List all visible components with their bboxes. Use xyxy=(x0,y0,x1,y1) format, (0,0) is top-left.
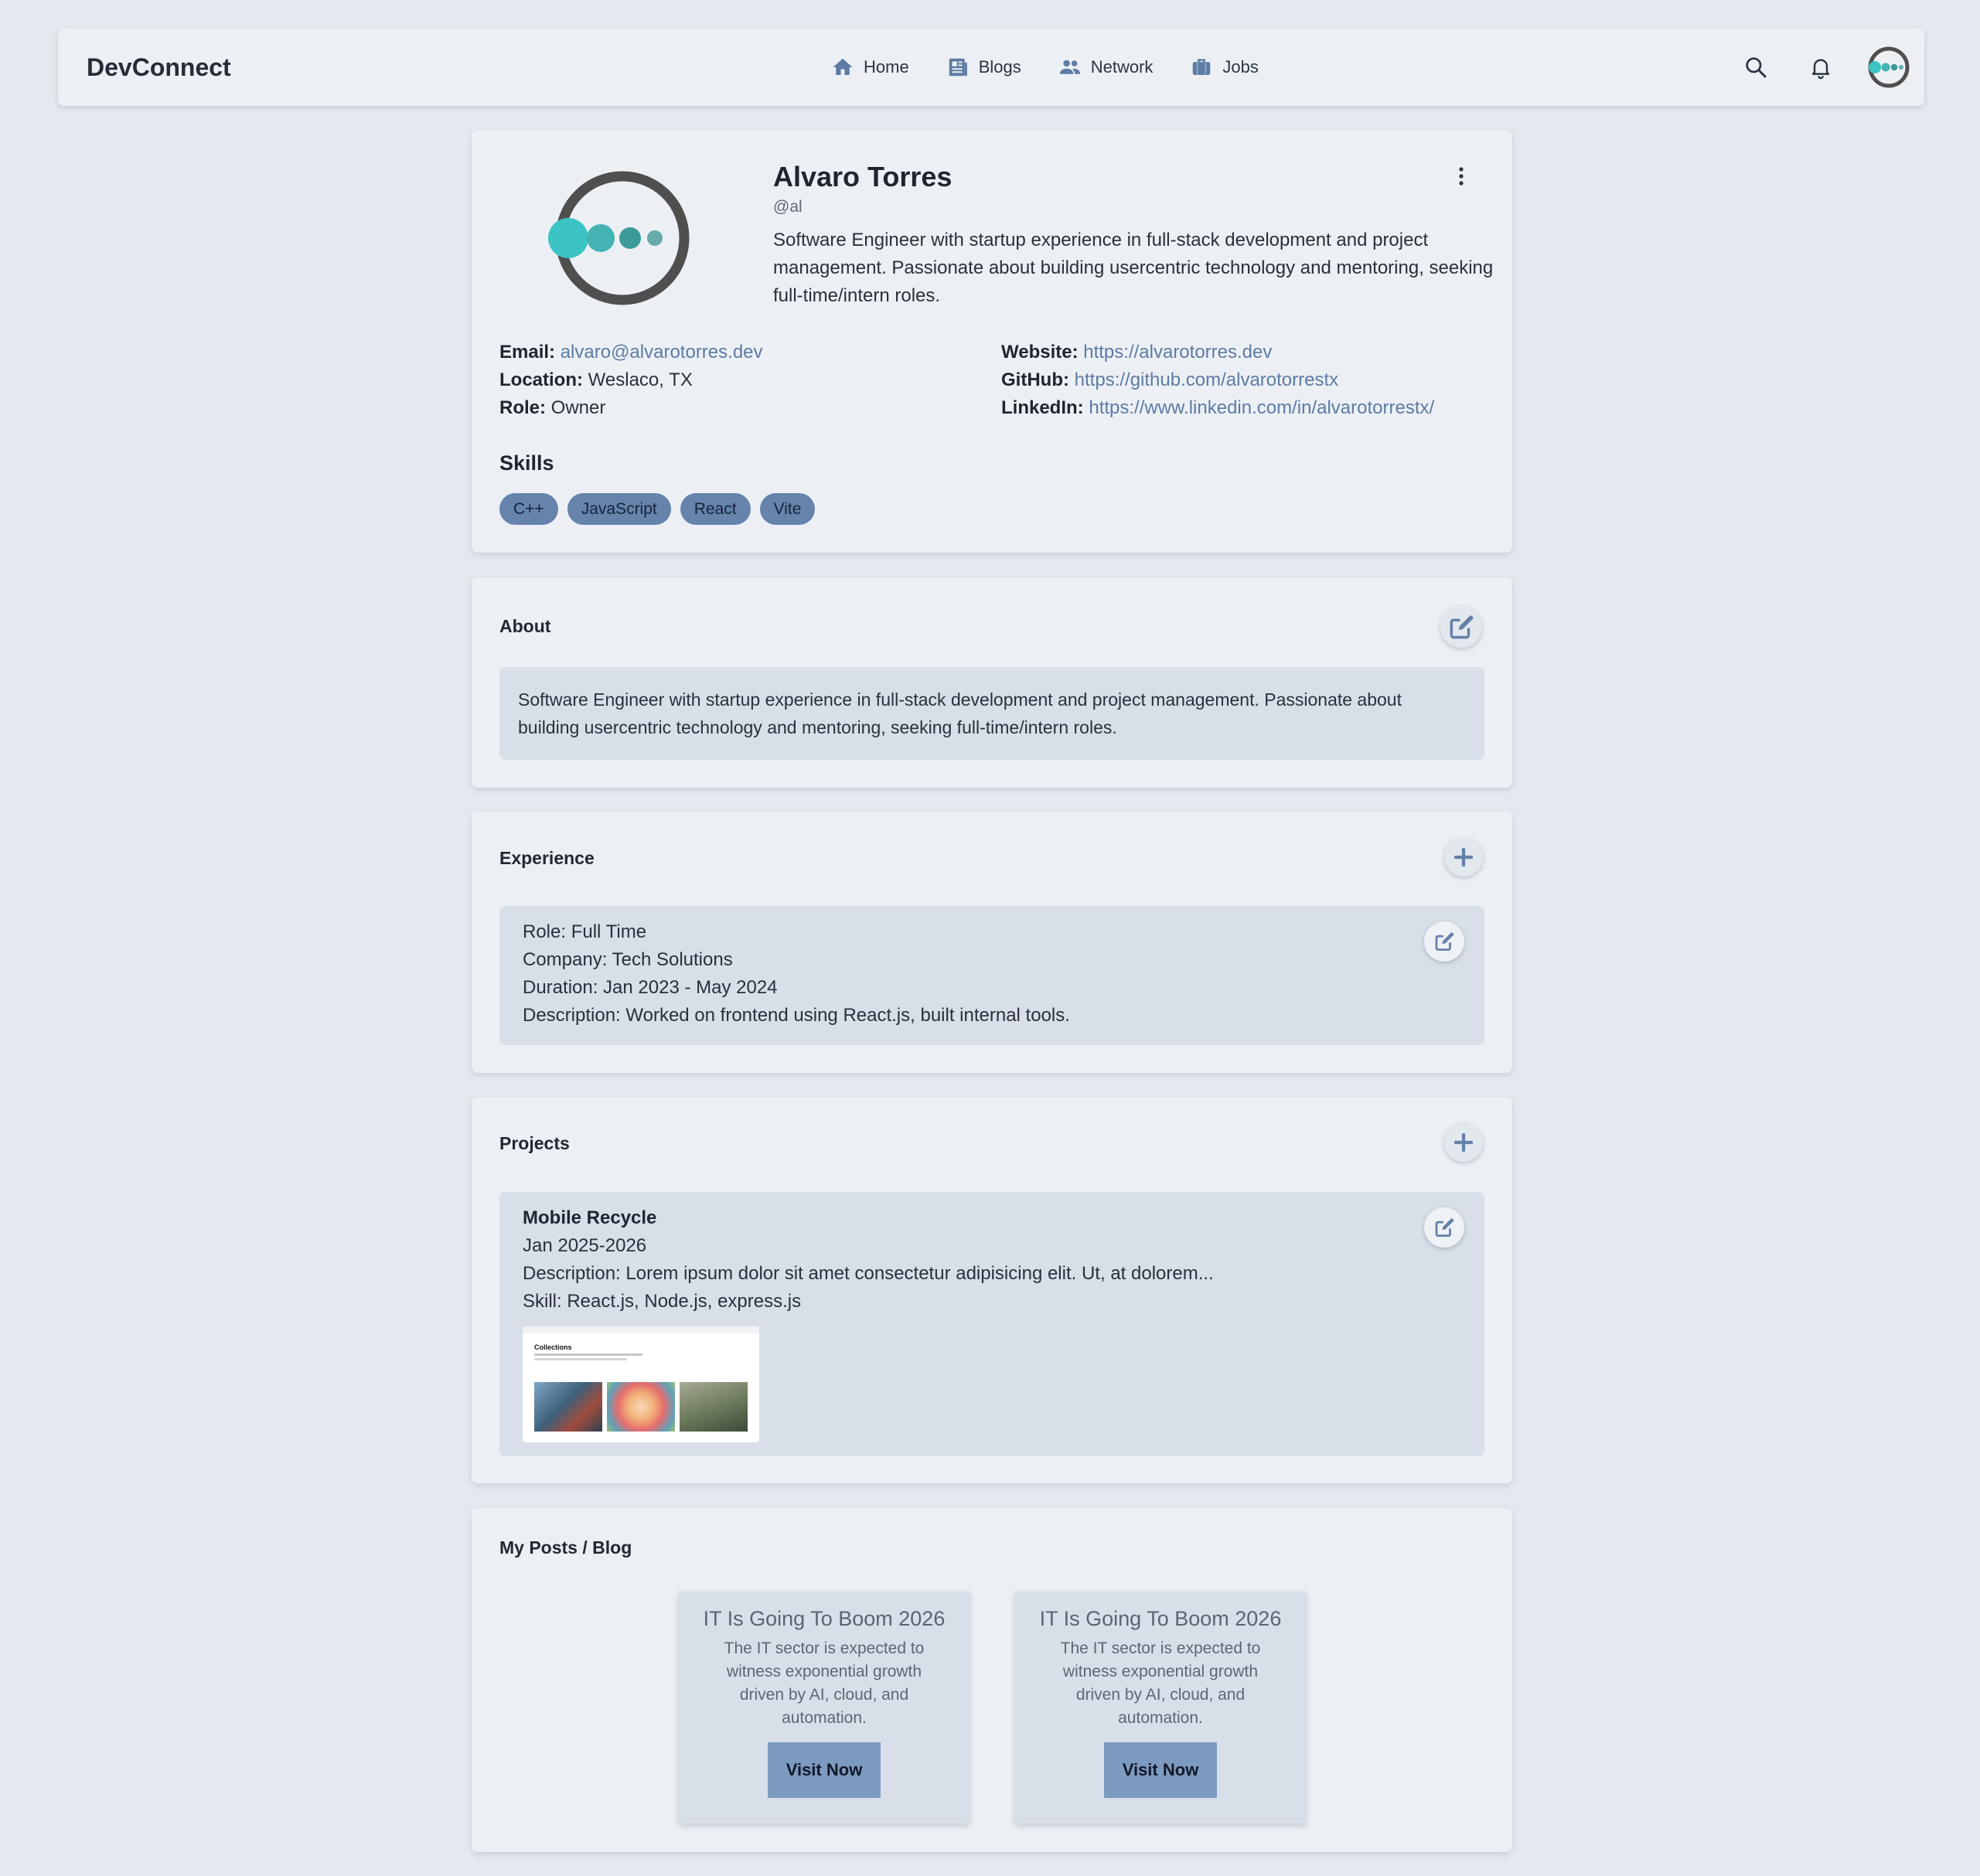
nav-link-label: Network xyxy=(1090,57,1154,77)
website-label: Website: xyxy=(1001,342,1079,363)
edit-icon xyxy=(1435,1218,1454,1237)
profile-bio: Software Engineer with startup experienc… xyxy=(773,230,1494,306)
skill-chip: JavaScript xyxy=(567,493,671,525)
profile-card: Alvaro Torres @al Software Engineer with… xyxy=(472,130,1512,553)
plus-icon xyxy=(1454,1133,1473,1152)
kebab-menu-icon xyxy=(1459,167,1464,186)
home-icon xyxy=(833,58,853,75)
github-row: GitHub: https://github.com/alvarotorrest… xyxy=(1001,366,1434,394)
project-skills: Skill: React.js, Node.js, express.js xyxy=(523,1291,802,1312)
projects-heading: Projects xyxy=(499,1133,570,1153)
about-text-box: Software Engineer with startup experienc… xyxy=(499,667,1484,760)
profile-handle: @al xyxy=(773,198,803,216)
add-project-button[interactable] xyxy=(1444,1123,1483,1162)
email-row: Email: alvaro@alvarotorres.dev xyxy=(499,339,763,366)
contact-info-right: Website: https://alvarotorres.dev GitHub… xyxy=(1001,339,1434,422)
people-icon xyxy=(1059,60,1080,74)
briefcase-icon xyxy=(1193,59,1211,75)
about-text: Software Engineer with startup experienc… xyxy=(518,689,1402,737)
post-card: IT Is Going To Boom 2026 The IT sector i… xyxy=(1015,1592,1306,1823)
newspaper-icon xyxy=(949,58,967,77)
notifications-button[interactable] xyxy=(1803,49,1839,85)
experience-role: Role: Full Time xyxy=(523,921,647,942)
nav-link-label: Home xyxy=(864,57,909,77)
projects-card: Projects Mobile Recycle Jan 2025-2026 De… xyxy=(472,1097,1512,1483)
email-label: Email: xyxy=(499,342,556,363)
thumbnail-heading: Collections xyxy=(534,1343,572,1351)
search-button[interactable] xyxy=(1738,49,1774,85)
experience-item: Role: Full Time Company: Tech Solutions … xyxy=(499,906,1484,1045)
email-link[interactable]: alvaro@alvarotorres.dev xyxy=(561,342,763,363)
github-link[interactable]: https://github.com/alvarotorrestx xyxy=(1075,369,1338,390)
add-experience-button[interactable] xyxy=(1444,838,1483,877)
visit-now-button[interactable]: Visit Now xyxy=(768,1742,881,1798)
skill-chip: C++ xyxy=(499,493,558,525)
role-row: Role: Owner xyxy=(499,394,763,422)
avatar[interactable] xyxy=(1866,44,1912,90)
skills-list: C++ JavaScript React Vite xyxy=(499,493,824,525)
nav-link-label: Jobs xyxy=(1222,57,1259,77)
nav-link-home[interactable]: Home xyxy=(831,56,909,79)
post-title: IT Is Going To Boom 2026 xyxy=(703,1607,946,1630)
project-description: Description: Lorem ipsum dolor sit amet … xyxy=(523,1263,1214,1284)
nav-link-label: Blogs xyxy=(978,57,1021,77)
experience-company: Company: Tech Solutions xyxy=(523,949,733,970)
thumbnail-toolbar xyxy=(523,1326,759,1333)
posts-heading: My Posts / Blog xyxy=(499,1537,632,1558)
posts-card: My Posts / Blog IT Is Going To Boom 2026… xyxy=(472,1508,1512,1852)
website-row: Website: https://alvarotorres.dev xyxy=(1001,339,1434,366)
edit-about-button[interactable] xyxy=(1440,606,1482,648)
post-title: IT Is Going To Boom 2026 xyxy=(1039,1607,1282,1630)
linkedin-link[interactable]: https://www.linkedin.com/in/alvarotorres… xyxy=(1089,397,1434,418)
linkedin-label: LinkedIn: xyxy=(1001,397,1084,418)
more-options-button[interactable] xyxy=(1447,162,1475,190)
github-label: GitHub: xyxy=(1001,369,1069,390)
location-label: Location: xyxy=(499,369,583,390)
nav-link-blogs[interactable]: Blogs xyxy=(946,56,1021,79)
thumbnail-text-line xyxy=(534,1358,627,1360)
edit-experience-button[interactable] xyxy=(1424,921,1464,962)
edit-icon xyxy=(1435,932,1454,951)
thumbnail-image xyxy=(534,1382,602,1432)
experience-duration: Duration: Jan 2023 - May 2024 xyxy=(523,977,778,998)
contact-info-left: Email: alvaro@alvarotorres.dev Location:… xyxy=(499,339,763,422)
project-name: Mobile Recycle xyxy=(523,1207,657,1228)
role-label: Role: xyxy=(499,397,546,418)
about-heading: About xyxy=(499,616,551,636)
nav-link-jobs[interactable]: Jobs xyxy=(1190,56,1259,79)
skill-chip: Vite xyxy=(759,493,816,525)
role-value: Owner xyxy=(550,397,606,418)
post-card: IT Is Going To Boom 2026 The IT sector i… xyxy=(679,1592,970,1823)
project-date: Jan 2025-2026 xyxy=(523,1235,647,1256)
thumbnail-text-line xyxy=(534,1353,642,1356)
skills-heading: Skills xyxy=(499,451,554,475)
website-link[interactable]: https://alvarotorres.dev xyxy=(1083,342,1272,363)
location-value: Weslaco, TX xyxy=(588,369,693,390)
experience-description: Description: Worked on frontend using Re… xyxy=(523,1005,1070,1026)
plus-icon xyxy=(1454,848,1473,867)
project-thumbnail[interactable]: Collections xyxy=(523,1326,759,1442)
experience-heading: Experience xyxy=(499,848,595,868)
about-card: About Software Engineer with startup exp… xyxy=(472,577,1512,788)
search-icon xyxy=(1746,57,1767,78)
brand-logo-text[interactable]: DevConnect xyxy=(87,29,231,106)
thumbnail-image xyxy=(680,1382,748,1432)
project-item: Mobile Recycle Jan 2025-2026 Description… xyxy=(499,1192,1484,1456)
bell-icon xyxy=(1811,59,1830,80)
visit-now-button[interactable]: Visit Now xyxy=(1104,1742,1217,1798)
edit-icon xyxy=(1450,615,1474,639)
location-row: Location: Weslaco, TX xyxy=(499,366,763,394)
edit-project-button[interactable] xyxy=(1424,1207,1464,1248)
top-navbar: DevConnect Home Blogs Network Jobs xyxy=(58,29,1924,106)
post-description: The IT sector is expected to witness exp… xyxy=(1060,1639,1261,1727)
linkedin-row: LinkedIn: https://www.linkedin.com/in/al… xyxy=(1001,394,1434,422)
experience-card: Experience Role: Full Time Company: Tech… xyxy=(472,812,1512,1073)
thumbnail-image xyxy=(607,1382,675,1432)
nav-link-network[interactable]: Network xyxy=(1058,56,1154,79)
profile-name: Alvaro Torres xyxy=(773,161,953,192)
post-description: The IT sector is expected to witness exp… xyxy=(724,1639,925,1727)
skill-chip: React xyxy=(680,493,751,525)
profile-avatar xyxy=(548,171,690,305)
nav-links: Home Blogs Network Jobs xyxy=(831,29,1296,106)
